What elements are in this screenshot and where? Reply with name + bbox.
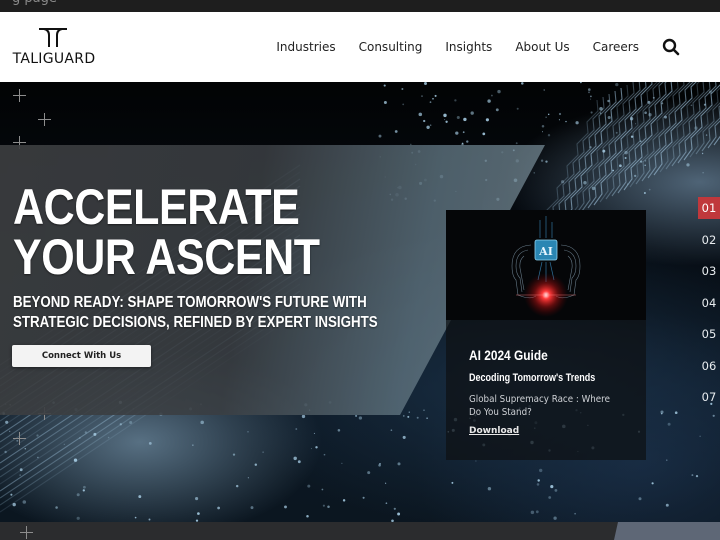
hero-subtitle-line-2: STRATEGIC DECISIONS, REFINED BY EXPERT I… (13, 314, 378, 331)
main-nav: Industries Consulting Insights About Us … (276, 12, 720, 82)
browser-top-strip: g page (0, 0, 720, 12)
hero-subtitle: BEYOND READY: SHAPE TOMORROW'S FUTURE WI… (13, 293, 378, 333)
plus-decoration-icon (13, 89, 26, 102)
connect-with-us-button[interactable]: Connect With Us (12, 345, 151, 367)
guide-card[interactable]: AI AI 2024 Guide Decoding Tomorrow's Tre… (446, 210, 646, 460)
logo[interactable]: TALIGUARD (12, 26, 96, 70)
nav-insights[interactable]: Insights (445, 40, 492, 54)
next-section-accent (614, 522, 720, 540)
pager-item-04[interactable]: 04 (698, 292, 720, 314)
pager-item-06[interactable]: 06 (698, 355, 720, 377)
search-icon[interactable] (662, 38, 680, 56)
next-section-strip (0, 522, 620, 540)
site-header: TALIGUARD Industries Consulting Insights… (0, 12, 720, 82)
guide-card-image: AI (446, 210, 646, 320)
pager-item-02[interactable]: 02 (698, 229, 720, 251)
guide-card-subtitle: Decoding Tomorrow's Trends (469, 372, 596, 384)
plus-decoration-icon (20, 526, 33, 539)
pager-item-07[interactable]: 07 (698, 386, 720, 408)
hero-title-line-1: ACCELERATE (13, 179, 300, 235)
ai-badge: AI (538, 245, 553, 258)
hero-title-line-2: YOUR ASCENT (13, 229, 320, 285)
browser-partial-text: g page (12, 0, 57, 6)
pager-item-01[interactable]: 01 (698, 197, 720, 219)
nav-consulting[interactable]: Consulting (359, 40, 423, 54)
hero-section: ACCELERATE YOUR ASCENT BEYOND READY: SHA… (0, 82, 720, 522)
logo-text: TALIGUARD (12, 51, 96, 67)
logo-mark-icon (39, 28, 67, 47)
slide-pager: 01 02 03 04 05 06 07 (698, 197, 720, 418)
nav-about-us[interactable]: About Us (515, 40, 569, 54)
hero-title: ACCELERATE YOUR ASCENT (13, 182, 320, 282)
nav-careers[interactable]: Careers (593, 40, 639, 54)
download-link[interactable]: Download (469, 426, 519, 436)
nav-industries[interactable]: Industries (276, 40, 335, 54)
hero-subtitle-line-1: BEYOND READY: SHAPE TOMORROW'S FUTURE WI… (13, 294, 367, 311)
plus-decoration-icon (38, 113, 51, 126)
guide-card-title: AI 2024 Guide (469, 347, 548, 363)
pager-item-05[interactable]: 05 (698, 323, 720, 345)
pager-item-03[interactable]: 03 (698, 260, 720, 282)
guide-card-description: Global Supremacy Race : Where Do You Sta… (469, 394, 610, 418)
plus-decoration-icon (13, 432, 26, 445)
ai-head-illustration: AI (511, 216, 581, 317)
